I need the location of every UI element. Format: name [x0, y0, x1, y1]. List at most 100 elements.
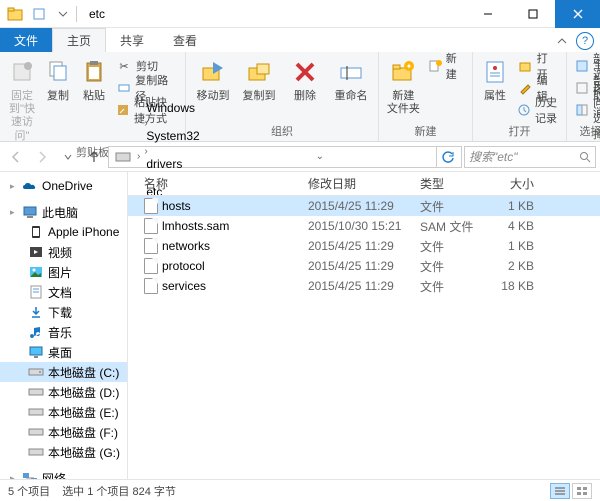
nav-drive-c[interactable]: 本地磁盘 (C:) — [0, 362, 127, 382]
thispc-icon — [22, 204, 38, 220]
column-type[interactable]: 类型 — [420, 175, 490, 192]
view-details-button[interactable] — [550, 483, 570, 499]
file-row[interactable]: services2015/4/25 11:29文件18 KB — [128, 276, 600, 296]
tab-home[interactable]: 主页 — [52, 28, 106, 52]
file-icon — [144, 278, 158, 294]
cut-icon: ✂ — [116, 58, 132, 74]
properties-button[interactable]: 属性 — [479, 54, 511, 103]
file-size: 18 KB — [490, 279, 550, 293]
svg-text:✦: ✦ — [406, 62, 413, 71]
file-type: 文件 — [420, 198, 490, 215]
chevron-right-icon[interactable]: › — [142, 146, 149, 157]
nav-downloads[interactable]: 下载 — [0, 302, 127, 322]
edit-icon — [517, 80, 533, 96]
back-button[interactable] — [4, 145, 28, 169]
breadcrumb-segment[interactable]: Windows — [142, 101, 203, 115]
qat-properties-icon[interactable] — [28, 3, 50, 25]
new-item-icon — [428, 58, 442, 74]
nav-thispc[interactable]: 此电脑 — [0, 202, 127, 222]
minimize-button[interactable] — [465, 0, 510, 28]
copy-button[interactable]: 复制 — [42, 54, 74, 103]
file-row[interactable]: networks2015/4/25 11:29文件1 KB — [128, 236, 600, 256]
nav-onedrive[interactable]: OneDrive — [0, 176, 127, 196]
help-icon[interactable]: ? — [576, 32, 594, 50]
file-size: 2 KB — [490, 259, 550, 273]
iphone-icon — [28, 224, 44, 240]
file-row[interactable]: protocol2015/4/25 11:29文件2 KB — [128, 256, 600, 276]
invert-selection-button[interactable]: 反向选择 — [573, 100, 600, 120]
select-none-icon — [575, 80, 589, 96]
tab-file[interactable]: 文件 — [0, 28, 52, 52]
breadcrumb-segment[interactable]: System32 — [142, 129, 203, 143]
history-icon — [517, 102, 531, 118]
nav-documents[interactable]: 文档 — [0, 282, 127, 302]
tab-view[interactable]: 查看 — [159, 28, 212, 52]
up-button[interactable] — [82, 145, 106, 169]
nav-iphone[interactable]: Apple iPhone — [0, 222, 127, 242]
tab-share[interactable]: 共享 — [106, 28, 159, 52]
breadcrumb-segment[interactable]: drivers — [142, 157, 203, 171]
group-open-label: 打开 — [479, 122, 560, 140]
nav-drive-g[interactable]: 本地磁盘 (G:) — [0, 442, 127, 462]
nav-drive-e[interactable]: 本地磁盘 (E:) — [0, 402, 127, 422]
refresh-button[interactable] — [436, 147, 459, 167]
nav-videos[interactable]: 视频 — [0, 242, 127, 262]
address-bar: › Windows›System32›drivers›etc› ⌄ 搜索"etc… — [0, 142, 600, 172]
minimize-ribbon-icon[interactable] — [552, 32, 572, 50]
nav-drive-f[interactable]: 本地磁盘 (F:) — [0, 422, 127, 442]
file-size: 4 KB — [490, 219, 550, 233]
new-folder-icon: ✦ — [387, 56, 419, 88]
close-button[interactable] — [555, 0, 600, 28]
invert-selection-icon — [575, 102, 589, 118]
chevron-right-icon[interactable]: › — [142, 118, 149, 129]
videos-icon — [28, 244, 44, 260]
copy-to-button[interactable]: 复制到 — [238, 54, 280, 103]
nav-desktop[interactable]: 桌面 — [0, 342, 127, 362]
column-date[interactable]: 修改日期 — [308, 175, 420, 192]
maximize-button[interactable] — [510, 0, 555, 28]
drive-icon — [28, 384, 44, 400]
breadcrumb[interactable]: › Windows›System32›drivers›etc› ⌄ — [108, 146, 462, 168]
paste-button[interactable]: 粘贴 — [78, 54, 110, 103]
paste-shortcut-icon — [116, 102, 130, 118]
status-item-count: 5 个项目 — [8, 483, 50, 499]
file-type: 文件 — [420, 238, 490, 255]
search-icon — [579, 151, 591, 163]
navigation-pane: OneDrive 此电脑 Apple iPhone 视频 图片 文档 下载 音乐… — [0, 172, 128, 479]
file-size: 1 KB — [490, 199, 550, 213]
move-to-button[interactable]: 移动到 — [192, 54, 234, 103]
new-item-button[interactable]: 新建 — [426, 56, 466, 76]
delete-button[interactable]: 删除 — [284, 54, 326, 103]
breadcrumb-disk-icon[interactable] — [111, 150, 135, 164]
column-headers[interactable]: 名称 修改日期 类型 大小 — [128, 172, 600, 196]
column-name[interactable]: 名称 — [128, 175, 308, 192]
file-date: 2015/4/25 11:29 — [308, 279, 420, 293]
nav-network[interactable]: 网络 — [0, 468, 127, 479]
breadcrumb-dropdown-icon[interactable]: ⌄ — [314, 151, 326, 162]
pin-to-quick-access-button[interactable]: 固定到"快 速访问" — [6, 54, 38, 143]
pictures-icon — [28, 264, 44, 280]
recent-locations-button[interactable] — [56, 145, 80, 169]
group-select-label: 选择 — [573, 122, 600, 140]
search-input[interactable]: 搜索"etc" — [464, 146, 596, 168]
select-all-icon — [575, 58, 589, 74]
file-type: SAM 文件 — [420, 218, 490, 235]
nav-drive-d[interactable]: 本地磁盘 (D:) — [0, 382, 127, 402]
file-row[interactable]: lmhosts.sam2015/10/30 15:21SAM 文件4 KB — [128, 216, 600, 236]
column-size[interactable]: 大小 — [490, 175, 550, 192]
forward-button[interactable] — [30, 145, 54, 169]
file-name: services — [162, 279, 206, 293]
file-date: 2015/4/25 11:29 — [308, 259, 420, 273]
nav-pictures[interactable]: 图片 — [0, 262, 127, 282]
history-button[interactable]: 历史记录 — [515, 100, 560, 120]
new-folder-button[interactable]: ✦新建 文件夹 — [385, 54, 422, 116]
onedrive-icon — [22, 178, 38, 194]
chevron-right-icon[interactable]: › — [135, 151, 142, 162]
view-icons-button[interactable] — [572, 483, 592, 499]
file-name: hosts — [162, 199, 191, 213]
file-row[interactable]: hosts2015/4/25 11:29文件1 KB — [128, 196, 600, 216]
window-title: etc — [89, 7, 105, 21]
rename-button[interactable]: 重命名 — [330, 54, 372, 103]
nav-music[interactable]: 音乐 — [0, 322, 127, 342]
qat-dropdown-icon[interactable] — [52, 3, 74, 25]
